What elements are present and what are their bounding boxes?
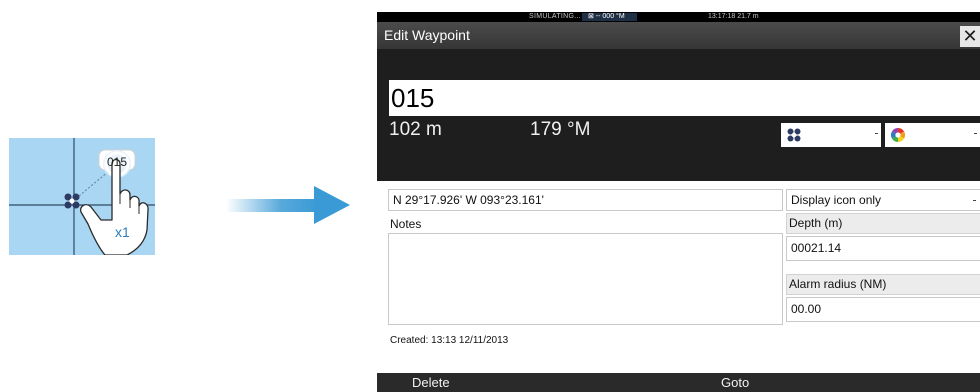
tap-waypoint-illustration: 015 x1 [9,138,155,255]
delete-button-label: Delete [412,375,450,390]
created-timestamp: Created: 13:13 12/11/2013 [390,335,509,346]
chevron-down-icon [973,200,976,201]
distance-readout: 102 m [389,119,442,140]
waypoint-icon [787,128,801,142]
waypoint-name-input[interactable]: 015 [389,80,980,116]
dialog-title: Edit Waypoint [384,27,470,43]
arrow-right-icon [226,186,350,224]
chevron-down-icon [875,133,878,134]
waypoint-label: 015 [107,155,127,169]
tap-count-label: x1 [115,224,130,240]
status-bar: SIMULATING... ⊠ -- 000 °M 13:17:18 21.7 … [377,12,980,22]
close-icon: ✕ [962,26,978,46]
chevron-down-icon [974,133,977,134]
dialog-titlebar: Edit Waypoint ✕ [377,22,980,49]
simulating-status: SIMULATING... [529,13,581,20]
delete-button[interactable]: Delete [377,373,582,392]
icon-dropdown[interactable] [781,123,881,147]
goto-button[interactable]: Goto [717,373,917,392]
alarm-radius-label: Alarm radius (NM) [786,274,980,295]
alarm-radius-input[interactable]: 00.00 [786,297,980,322]
time-depth-status: 13:17:18 21.7 m [708,13,759,20]
waypoint-details-panel: N 29°17.926' W 093°23.161' Notes Created… [377,181,980,373]
depth-label: Depth (m) [786,213,980,234]
notes-textarea[interactable] [388,233,783,325]
bearing-readout: 179 °M [530,119,591,140]
gps-status: ⊠ -- 000 °M [582,13,637,21]
display-mode-value: Display icon only [791,193,882,207]
color-dropdown[interactable] [885,123,980,147]
chart-illustration: 015 x1 [9,138,155,255]
notes-label: Notes [390,217,422,231]
depth-input[interactable]: 00021.14 [786,236,980,261]
color-wheel-icon [891,128,905,142]
position-field[interactable]: N 29°17.926' W 093°23.161' [388,189,783,211]
goto-button-label: Goto [721,375,750,390]
edit-waypoint-screen: SIMULATING... ⊠ -- 000 °M 13:17:18 21.7 … [377,12,980,392]
dialog-footer: Delete Goto [377,373,980,392]
close-button[interactable]: ✕ [960,26,980,47]
display-mode-dropdown[interactable]: Display icon only [786,189,980,211]
